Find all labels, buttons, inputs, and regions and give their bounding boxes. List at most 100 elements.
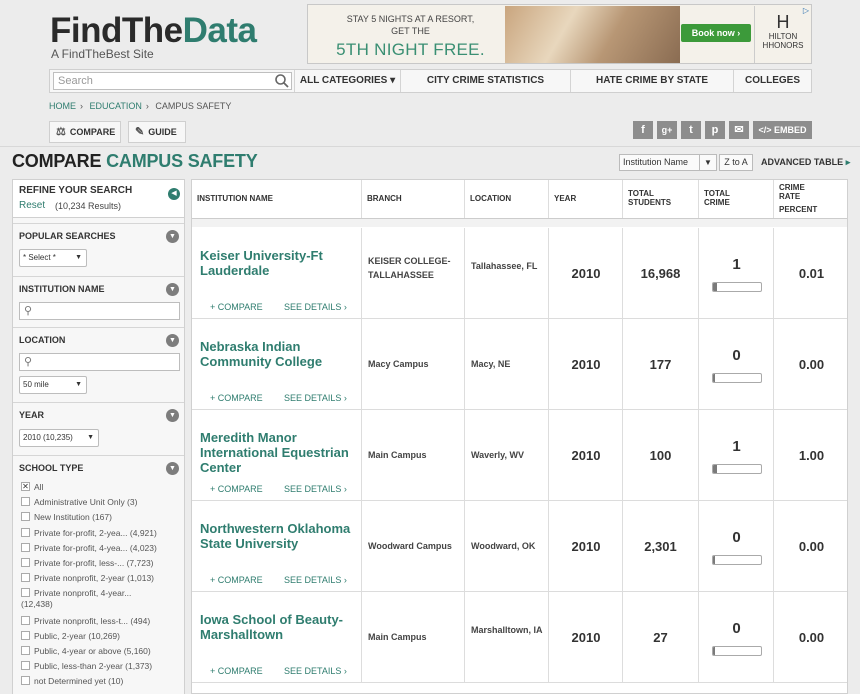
google-plus-icon[interactable]: g+ bbox=[657, 121, 677, 139]
guide-tab-label: GUIDE bbox=[148, 127, 177, 137]
reset-link[interactable]: Reset bbox=[19, 200, 45, 211]
see-details-link[interactable]: SEE DETAILS › bbox=[284, 302, 347, 312]
crime-bar-fill bbox=[713, 647, 715, 655]
see-details-link[interactable]: SEE DETAILS › bbox=[284, 393, 347, 403]
chevron-down-icon[interactable]: ▼ bbox=[166, 409, 179, 422]
collapse-sidebar-icon[interactable]: ◀ bbox=[168, 188, 180, 200]
location-input[interactable]: ⚲ bbox=[19, 353, 180, 371]
hilton-brand-text: HILTON HHONORS bbox=[762, 32, 804, 50]
chevron-down-icon[interactable]: ▼ bbox=[166, 230, 179, 243]
compare-button[interactable]: + COMPARE bbox=[210, 666, 263, 676]
embed-button[interactable]: </> EMBED bbox=[753, 121, 812, 139]
institution-name-link[interactable]: Iowa School of Beauty-Marshalltown bbox=[200, 612, 358, 642]
year-value: 2010 bbox=[571, 266, 601, 281]
school-type-option[interactable]: Public, 2-year (10,269) bbox=[21, 630, 120, 642]
checkbox[interactable] bbox=[21, 497, 30, 507]
advanced-table-link[interactable]: ADVANCED TABLE ▸ bbox=[761, 157, 850, 168]
institution-name-input[interactable]: ⚲ bbox=[19, 302, 180, 320]
year-section: YEAR ▼ 2010 (10,235) ▼ bbox=[13, 402, 184, 455]
col-header-institution[interactable]: INSTITUTION NAME bbox=[192, 180, 361, 218]
ad-info-icon[interactable]: ▷ bbox=[803, 6, 809, 15]
school-type-option-label: Private for-profit, less-... (7,723) bbox=[34, 558, 154, 568]
see-details-link[interactable]: SEE DETAILS › bbox=[284, 484, 347, 494]
cell-location: Waverly, WV bbox=[464, 410, 548, 500]
col-header-total-students[interactable]: TOTAL STUDENTS bbox=[622, 180, 698, 218]
guide-icon: ✎ bbox=[135, 126, 145, 138]
guide-tab[interactable]: ✎ GUIDE bbox=[128, 121, 186, 143]
nav-colleges[interactable]: COLLEGES bbox=[733, 70, 811, 92]
logo-tagline: A FindTheBest Site bbox=[51, 47, 154, 61]
col-header-crime-rate[interactable]: CRIME RATE PERCENT bbox=[773, 180, 847, 218]
branch-value: Main Campus bbox=[368, 632, 427, 642]
school-type-option[interactable]: Private nonprofit, 4-year... (12,438) bbox=[21, 588, 131, 610]
col-header-location[interactable]: LOCATION bbox=[464, 180, 548, 218]
school-type-option[interactable]: not Determined yet (10) bbox=[21, 676, 123, 687]
compare-button[interactable]: + COMPARE bbox=[210, 575, 263, 585]
ad-headline: 5TH NIGHT FREE. bbox=[336, 40, 485, 59]
school-type-option[interactable]: Private nonprofit, 2-year (1,013) bbox=[21, 573, 154, 584]
chevron-down-icon[interactable]: ▼ bbox=[166, 334, 179, 347]
nav-all-categories[interactable]: ALL CATEGORIES ▾ bbox=[294, 70, 400, 92]
compare-tab[interactable]: ⚖ COMPARE bbox=[49, 121, 121, 143]
institution-name-link[interactable]: Nebraska Indian Community College bbox=[200, 339, 358, 369]
sort-order-button[interactable]: Z to A bbox=[719, 154, 753, 171]
branch-value: Macy Campus bbox=[368, 359, 429, 369]
checkbox[interactable] bbox=[21, 676, 30, 686]
see-details-link[interactable]: SEE DETAILS › bbox=[284, 575, 347, 585]
twitter-icon[interactable]: t bbox=[681, 121, 701, 139]
email-icon[interactable]: ✉ bbox=[729, 121, 749, 139]
school-type-option[interactable]: Administrative Unit Only (3) bbox=[21, 497, 137, 508]
pinterest-icon[interactable]: p bbox=[705, 121, 725, 139]
institution-name-link[interactable]: Meredith Manor International Equestrian … bbox=[200, 430, 358, 475]
checkbox[interactable] bbox=[21, 615, 30, 625]
year-select[interactable]: 2010 (10,235) ▼ bbox=[19, 429, 99, 447]
school-type-option[interactable]: Private for-profit, 4-yea... (4,023) bbox=[21, 542, 157, 554]
checkbox[interactable] bbox=[21, 573, 30, 583]
checkbox[interactable]: ✕ bbox=[21, 482, 30, 491]
school-type-option[interactable]: Private nonprofit, less-t... (494) bbox=[21, 615, 150, 627]
institution-name-link[interactable]: Keiser University-Ft Lauderdale bbox=[200, 248, 358, 278]
checkbox[interactable] bbox=[21, 588, 30, 598]
col-header-total-crime[interactable]: TOTAL CRIME bbox=[698, 180, 773, 218]
popular-searches-select[interactable]: * Select * ▼ bbox=[19, 249, 87, 267]
chevron-down-icon[interactable]: ▼ bbox=[166, 462, 179, 475]
see-details-link[interactable]: SEE DETAILS › bbox=[284, 666, 347, 676]
school-type-option[interactable]: Public, 4-year or above (5,160) bbox=[21, 646, 151, 657]
cell-year: 2010 bbox=[548, 228, 622, 318]
school-type-option[interactable]: Private for-profit, less-... (7,723) bbox=[21, 558, 154, 569]
nav-hate-crime-by-state[interactable]: HATE CRIME BY STATE bbox=[570, 70, 733, 92]
school-type-option[interactable]: Private for-profit, 2-yea... (4,921) bbox=[21, 527, 157, 539]
site-logo[interactable]: FindTheData bbox=[50, 12, 257, 50]
compare-button[interactable]: + COMPARE bbox=[210, 393, 263, 403]
sort-by-select[interactable]: Institution Name ▼ bbox=[619, 154, 717, 171]
search-input[interactable]: Search bbox=[53, 72, 292, 90]
checkbox[interactable] bbox=[21, 646, 30, 655]
cell-year: 2010 bbox=[548, 592, 622, 682]
chevron-down-icon[interactable]: ▼ bbox=[166, 283, 179, 296]
checkbox[interactable] bbox=[21, 527, 30, 537]
compare-button[interactable]: + COMPARE bbox=[210, 302, 263, 312]
ad-line1b: GET THE bbox=[391, 26, 430, 36]
col-header-year[interactable]: YEAR bbox=[548, 180, 622, 218]
checkbox[interactable] bbox=[21, 661, 30, 671]
breadcrumb-home[interactable]: HOME bbox=[49, 101, 76, 111]
checkbox[interactable] bbox=[21, 630, 30, 640]
school-type-option[interactable]: New Institution (167) bbox=[21, 512, 112, 523]
checkbox[interactable] bbox=[21, 512, 30, 522]
col-header-branch[interactable]: BRANCH bbox=[361, 180, 464, 218]
school-type-title: SCHOOL TYPE bbox=[19, 463, 84, 473]
breadcrumb-education[interactable]: EDUCATION bbox=[90, 101, 142, 111]
table-row: Keiser University-Ft Lauderdale + COMPARE… bbox=[192, 228, 847, 319]
compare-button[interactable]: + COMPARE bbox=[210, 484, 263, 494]
advertisement-banner[interactable]: STAY 5 NIGHTS AT A RESORT, GET THE 5TH NI… bbox=[307, 4, 812, 64]
school-type-option[interactable]: ✕ All bbox=[21, 482, 43, 493]
ad-book-now-button[interactable]: Book now › bbox=[681, 24, 751, 42]
checkbox[interactable] bbox=[21, 542, 30, 552]
facebook-icon[interactable]: f bbox=[633, 121, 653, 139]
search-icon[interactable] bbox=[274, 73, 290, 89]
nav-city-crime-statistics[interactable]: CITY CRIME STATISTICS bbox=[400, 70, 570, 92]
school-type-option[interactable]: Public, less-than 2-year (1,373) bbox=[21, 661, 152, 672]
location-radius-select[interactable]: 50 mile ▼ bbox=[19, 376, 87, 394]
institution-name-link[interactable]: Northwestern Oklahoma State University bbox=[200, 521, 358, 551]
checkbox[interactable] bbox=[21, 558, 30, 567]
